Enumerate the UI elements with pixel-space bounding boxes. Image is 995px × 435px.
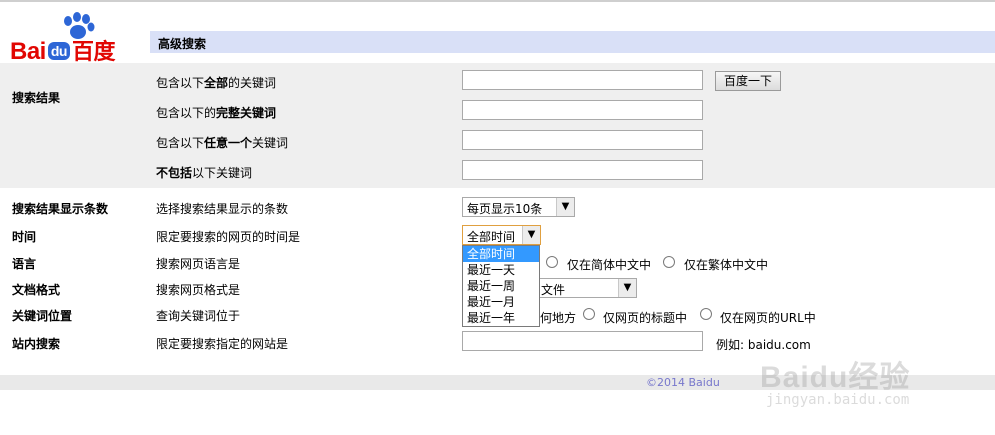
radio-traditional-chinese[interactable] (663, 256, 675, 268)
baidu-logo[interactable]: Bai du 百度 (10, 12, 150, 65)
search-button[interactable]: 百度一下 (715, 71, 781, 91)
dropdown-option[interactable]: 全部时间 (463, 246, 539, 262)
exact-phrase-input[interactable] (462, 100, 703, 120)
row-all-keywords-label: 包含以下全部的关键词 (156, 76, 277, 90)
category-format: 文档格式 (12, 283, 61, 297)
language-desc: 搜索网页语言是 (156, 257, 241, 271)
dropdown-option[interactable]: 最近一周 (463, 278, 539, 294)
dropdown-option[interactable]: 最近一月 (463, 294, 539, 310)
category-site-search: 站内搜索 (12, 337, 61, 351)
page-title: 高级搜索 (158, 37, 207, 51)
watermark: Baidu经验 jingyan.baidu.com (760, 352, 930, 422)
dropdown-option[interactable]: 最近一年 (463, 310, 539, 326)
chevron-down-icon: ▼ (556, 198, 574, 216)
site-input[interactable] (462, 331, 703, 351)
category-time: 时间 (12, 230, 37, 244)
row-exact-phrase-label: 包含以下的完整关键词 (156, 106, 277, 120)
category-search-results: 搜索结果 (12, 91, 61, 105)
any-keyword-input[interactable] (462, 130, 703, 150)
category-keyword-position: 关键词位置 (12, 309, 73, 323)
chevron-down-icon: ▼ (522, 226, 540, 244)
position-anywhere-label: 何地方 (540, 311, 577, 325)
time-select[interactable]: 全部时间 ▼ (462, 225, 541, 245)
header-bar: 高级搜索 (150, 31, 995, 53)
radio-traditional-chinese-label: 仅在繁体中文中 (684, 258, 769, 272)
category-result-count: 搜索结果显示条数 (12, 202, 109, 216)
logo-text: Bai du 百度 (10, 38, 115, 65)
time-desc: 限定要搜索的网页的时间是 (156, 230, 301, 244)
watermark-main: Baidu经验 (760, 361, 911, 394)
time-dropdown-list[interactable]: 全部时间 最近一天 最近一周 最近一月 最近一年 (462, 245, 540, 327)
all-keywords-input[interactable] (462, 70, 703, 90)
exclude-keywords-input[interactable] (462, 160, 703, 180)
site-desc: 限定要搜索指定的网站是 (156, 337, 289, 351)
site-example: 例如: baidu.com (716, 338, 811, 352)
time-value: 全部时间 (467, 230, 516, 244)
row-any-keyword-label: 包含以下任意一个关键词 (156, 136, 289, 150)
copyright: ©2014 Baidu (646, 376, 720, 389)
row-exclude-label: 不包括以下关键词 (156, 166, 253, 180)
category-language: 语言 (12, 257, 37, 271)
chevron-down-icon: ▼ (618, 279, 636, 297)
format-desc: 搜索网页格式是 (156, 283, 241, 297)
result-count-desc: 选择搜索结果显示的条数 (156, 202, 289, 216)
result-count-select[interactable]: 每页显示10条 ▼ (462, 197, 575, 217)
position-desc: 查询关键词位于 (156, 309, 241, 323)
radio-url-only-label: 仅在网页的URL中 (720, 311, 816, 325)
top-border (0, 0, 995, 2)
radio-title-only-label: 仅网页的标题中 (603, 311, 688, 325)
watermark-sub: jingyan.baidu.com (766, 392, 910, 408)
dropdown-option[interactable]: 最近一天 (463, 262, 539, 278)
radio-simplified-chinese-label: 仅在简体中文中 (567, 258, 652, 272)
format-value: 文件 (541, 283, 566, 297)
radio-title-only[interactable] (583, 308, 595, 320)
radio-simplified-chinese[interactable] (546, 256, 558, 268)
radio-url-only[interactable] (700, 308, 712, 320)
result-count-value: 每页显示10条 (467, 202, 543, 216)
